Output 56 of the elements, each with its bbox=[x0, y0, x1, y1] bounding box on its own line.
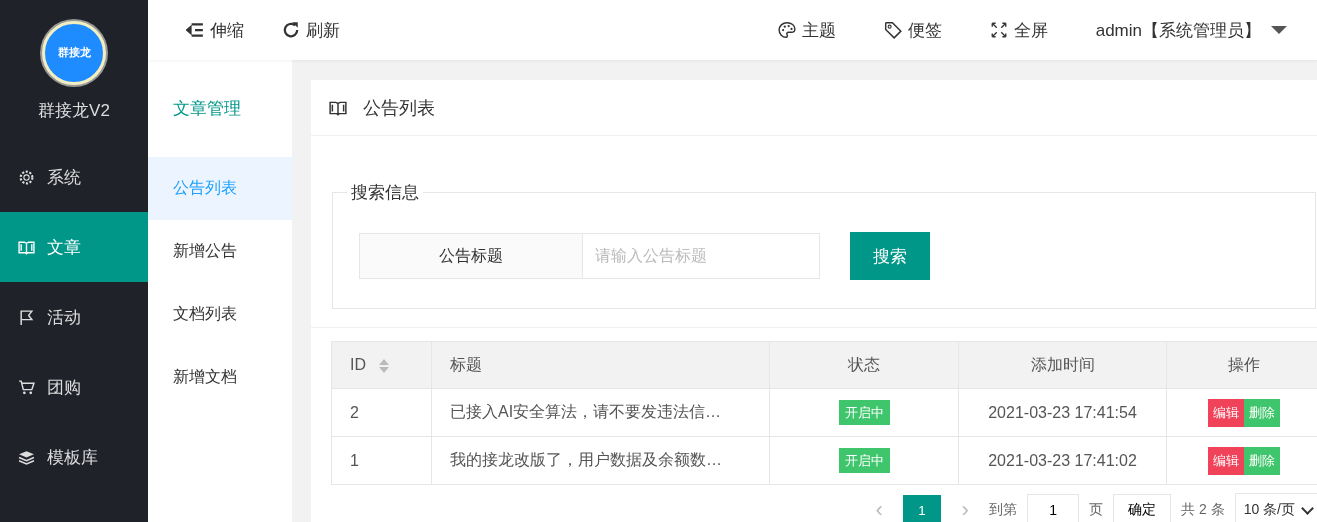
page-input[interactable]: 1 bbox=[1027, 494, 1080, 522]
sidebar-item[interactable]: 团购 bbox=[0, 352, 148, 422]
column-header[interactable]: 状态 bbox=[848, 355, 880, 373]
table-cell: 已接入AI安全算法，请不要发违法信… bbox=[431, 388, 770, 437]
page-unit-label: 页 bbox=[1089, 501, 1104, 519]
submenu-item[interactable]: 文档列表 bbox=[148, 283, 292, 346]
toolbar-button[interactable]: 伸缩 bbox=[186, 18, 244, 42]
layers-icon bbox=[18, 448, 35, 466]
column-header[interactable]: 操作 bbox=[1227, 355, 1260, 373]
column-header[interactable]: 标题 bbox=[450, 355, 482, 373]
book-icon bbox=[18, 238, 35, 256]
page-size-select[interactable]: 10 条/页 bbox=[1234, 493, 1317, 522]
table-cell: 2 bbox=[331, 388, 432, 437]
page-button[interactable]: 1 bbox=[903, 495, 942, 522]
toolbar-button[interactable]: 主题 bbox=[777, 18, 836, 42]
status-tag: 开启中 bbox=[838, 448, 890, 473]
edit-button[interactable]: 编辑 bbox=[1207, 398, 1244, 427]
palette-icon bbox=[777, 21, 796, 39]
column-header[interactable]: 添加时间 bbox=[1030, 355, 1095, 373]
table-cell: 2021-03-23 17:41:02 bbox=[958, 436, 1167, 485]
indent-icon bbox=[186, 21, 204, 39]
search-button[interactable]: 搜索 bbox=[850, 232, 930, 280]
cart-icon bbox=[18, 378, 35, 396]
confirm-button[interactable]: 确定 bbox=[1113, 494, 1172, 522]
caret-icon bbox=[1271, 26, 1287, 34]
edit-button[interactable]: 编辑 bbox=[1207, 446, 1244, 475]
tag-icon bbox=[883, 21, 902, 39]
table-cell: 我的接龙改版了，用户数据及余额数… bbox=[431, 436, 770, 485]
total-count: 共 2 条 bbox=[1181, 501, 1225, 519]
sidebar-item[interactable]: 活动 bbox=[0, 282, 148, 352]
table-cell: 2021-03-23 17:41:54 bbox=[958, 388, 1167, 437]
submenu-item[interactable]: 新增文档 bbox=[148, 346, 292, 409]
gear-icon bbox=[18, 168, 35, 186]
field-label: 公告标题 bbox=[359, 233, 583, 279]
toolbar-button[interactable]: 全屏 bbox=[989, 18, 1048, 42]
flag-icon bbox=[18, 308, 35, 326]
user-menu[interactable]: admin【系统管理员】 bbox=[1095, 18, 1287, 42]
toolbar-button[interactable]: 便签 bbox=[883, 18, 942, 42]
card-title: 公告列表 bbox=[363, 96, 435, 120]
sidebar-item[interactable]: 模板库 bbox=[0, 422, 148, 492]
panel-legend: 搜索信息 bbox=[347, 181, 423, 204]
toolbar-button[interactable]: 刷新 bbox=[282, 18, 340, 42]
status-tag: 开启中 bbox=[838, 400, 890, 425]
column-header[interactable]: ID bbox=[350, 356, 366, 373]
expand-icon bbox=[989, 21, 1008, 39]
title-search-field[interactable]: 请输入公告标题 bbox=[583, 233, 820, 279]
logo-badge: 群接龙 bbox=[42, 20, 106, 85]
sort-icon[interactable] bbox=[378, 357, 390, 374]
submenu-item[interactable]: 新增公告 bbox=[148, 220, 292, 283]
refresh-icon bbox=[282, 21, 300, 39]
app-name: 群接龙V2 bbox=[38, 99, 110, 122]
sidebar-item[interactable]: 系统 bbox=[0, 142, 148, 212]
submenu-title: 文章管理 bbox=[172, 98, 242, 120]
table-cell: 1 bbox=[331, 436, 432, 485]
goto-label: 到第 bbox=[989, 501, 1018, 519]
sidebar-item[interactable]: 文章 bbox=[0, 212, 148, 282]
